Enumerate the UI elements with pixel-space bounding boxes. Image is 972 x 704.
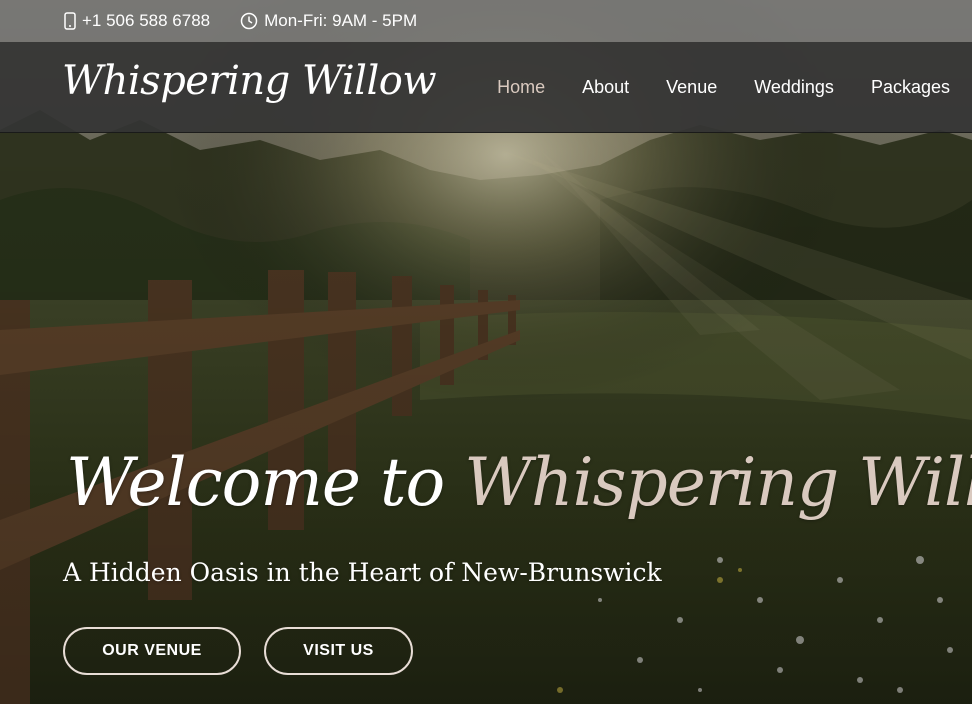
page: +1 506 588 6788 Mon-Fri: 9AM - 5PM Whisp… — [0, 0, 972, 704]
clock-icon — [240, 12, 258, 30]
phone-number: +1 506 588 6788 — [82, 11, 211, 30]
phone-contact[interactable]: +1 506 588 6788 — [64, 11, 210, 31]
nav-item-about[interactable]: About — [582, 77, 629, 98]
site-logo[interactable]: Whispering Willow — [62, 58, 437, 104]
our-venue-button[interactable]: OUR VENUE — [63, 627, 241, 675]
hero-title-welcome: Welcome to — [66, 444, 445, 521]
nav-menu: Home About Venue Weddings Packages — [497, 42, 950, 132]
nav-item-packages[interactable]: Packages — [871, 77, 950, 98]
hero-title: Welcome to Whispering Willow — [66, 444, 972, 521]
hero-subtitle: A Hidden Oasis in the Heart of New-Bruns… — [63, 558, 662, 587]
business-hours: Mon-Fri: 9AM - 5PM — [240, 11, 417, 31]
mobile-phone-icon — [64, 12, 76, 30]
nav-item-venue[interactable]: Venue — [666, 77, 717, 98]
nav-item-home[interactable]: Home — [497, 77, 545, 98]
main-navbar: Whispering Willow Home About Venue Weddi… — [0, 42, 972, 133]
visit-us-button[interactable]: VISIT US — [264, 627, 413, 675]
top-info-bar: +1 506 588 6788 Mon-Fri: 9AM - 5PM — [0, 0, 972, 42]
hours-text: Mon-Fri: 9AM - 5PM — [264, 11, 418, 30]
nav-item-weddings[interactable]: Weddings — [754, 77, 834, 98]
hero-title-brand: Whispering Willow — [464, 444, 972, 521]
